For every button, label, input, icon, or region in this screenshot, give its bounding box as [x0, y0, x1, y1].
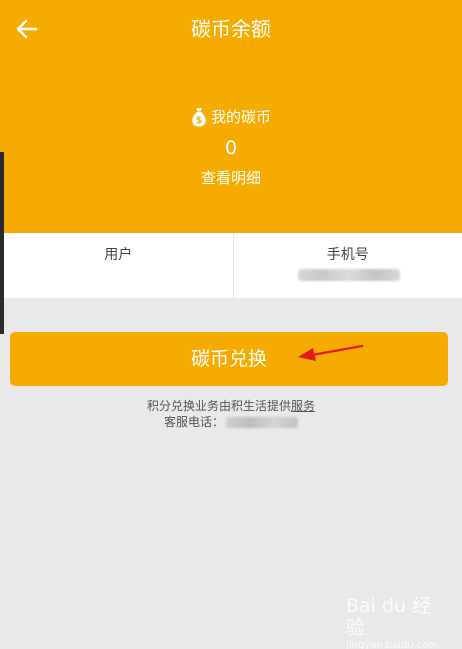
- page-title: 碳币余额: [191, 17, 271, 41]
- watermark-url: jingyan.baidu.com: [346, 640, 439, 649]
- user-cell: 用户: [4, 233, 233, 298]
- exchange-button[interactable]: 碳币兑换: [10, 332, 448, 386]
- hotline-label: 客服电话：: [163, 415, 224, 429]
- footer-note: 积分兑换业务由积生活提供服务 客服电话：: [0, 398, 462, 430]
- window-edge: [0, 152, 4, 334]
- service-link[interactable]: 服务: [291, 399, 315, 413]
- service-text: 积分兑换业务由积生活提供: [146, 399, 291, 413]
- phone-cell: 手机号: [232, 233, 462, 298]
- view-details-link[interactable]: 查看明细: [0, 167, 462, 189]
- money-bag-icon: $: [192, 108, 206, 127]
- service-line: 积分兑换业务由积生活提供服务: [0, 398, 462, 414]
- phone-value-redacted: [297, 269, 400, 281]
- user-label: 用户: [104, 247, 133, 263]
- balance-value: 0: [224, 137, 238, 159]
- balance-label-row: $ 我的碳币: [0, 106, 462, 128]
- balance-label: 我的碳币: [210, 108, 271, 126]
- red-arrow-annotation: [298, 344, 364, 361]
- svg-text:$: $: [196, 116, 202, 126]
- phone-label: 手机号: [326, 247, 369, 263]
- page: 碳币余额 $ 我的碳币 0 查看明细 用户 手机号 碳币兑换 积分兑换业务由积生…: [0, 0, 462, 649]
- hotline-line: 客服电话：: [0, 414, 462, 430]
- header-panel: 碳币余额 $ 我的碳币 0 查看明细: [0, 0, 462, 233]
- hotline-number-redacted: [226, 417, 298, 428]
- watermark-text: Bai du 经验: [346, 595, 432, 639]
- account-info-row: 用户 手机号: [4, 233, 462, 298]
- baidu-watermark: Bai du 经验 jingyan.baidu.com: [346, 595, 446, 649]
